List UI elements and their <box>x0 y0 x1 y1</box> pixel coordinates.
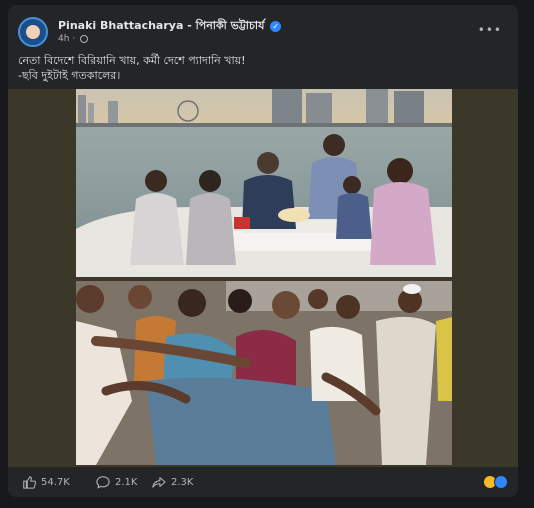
post-card: Pinaki Bhattacharya - পিনাকী ভট্টাচার্য … <box>8 5 518 497</box>
post-meta: 4h · <box>58 34 89 44</box>
post-media[interactable] <box>8 89 518 467</box>
post-header: Pinaki Bhattacharya - পিনাকী ভট্টাচার্য … <box>18 17 508 47</box>
meta-separator: · <box>72 34 76 44</box>
post-time[interactable]: 4h <box>58 34 69 44</box>
share-action[interactable]: 2.3K <box>152 475 193 489</box>
boat-photo-svg <box>76 89 452 277</box>
crowd-photo[interactable] <box>76 281 452 465</box>
verified-badge-icon: ✓ <box>270 20 282 32</box>
author-name[interactable]: Pinaki Bhattacharya - পিনাকী ভট্টাচার্য <box>58 19 264 32</box>
post-text-line: -ছবি দুইটাই গতকালের। <box>18 69 121 82</box>
reaction-summary[interactable] <box>483 475 508 489</box>
like-reaction-icon <box>494 475 508 489</box>
post-text: নেতা বিদেশে বিরিয়ানি খায়, কর্মী দেশে প… <box>18 53 508 83</box>
comment-count: 2.1K <box>115 476 138 488</box>
post-actions: 54.7K 2.1K 2.3K <box>18 475 508 493</box>
more-options-icon[interactable]: ••• <box>478 23 502 37</box>
avatar-face <box>26 25 40 39</box>
comment-bubble-icon <box>96 476 110 489</box>
globe-icon <box>80 34 89 43</box>
crowd-photo-svg <box>76 281 452 465</box>
thumbs-up-icon <box>23 476 36 489</box>
like-count: 54.7K <box>41 476 70 488</box>
share-count: 2.3K <box>171 476 194 488</box>
post-text-line: নেতা বিদেশে বিরিয়ানি খায়, কর্মী দেশে প… <box>18 54 246 67</box>
author-name-row: Pinaki Bhattacharya - পিনাকী ভট্টাচার্য … <box>58 17 282 36</box>
author-avatar[interactable] <box>18 17 48 47</box>
like-action[interactable]: 54.7K <box>22 475 70 489</box>
comment-action[interactable]: 2.1K <box>96 475 137 489</box>
share-arrow-icon <box>152 477 166 488</box>
boat-photo[interactable] <box>76 89 452 277</box>
